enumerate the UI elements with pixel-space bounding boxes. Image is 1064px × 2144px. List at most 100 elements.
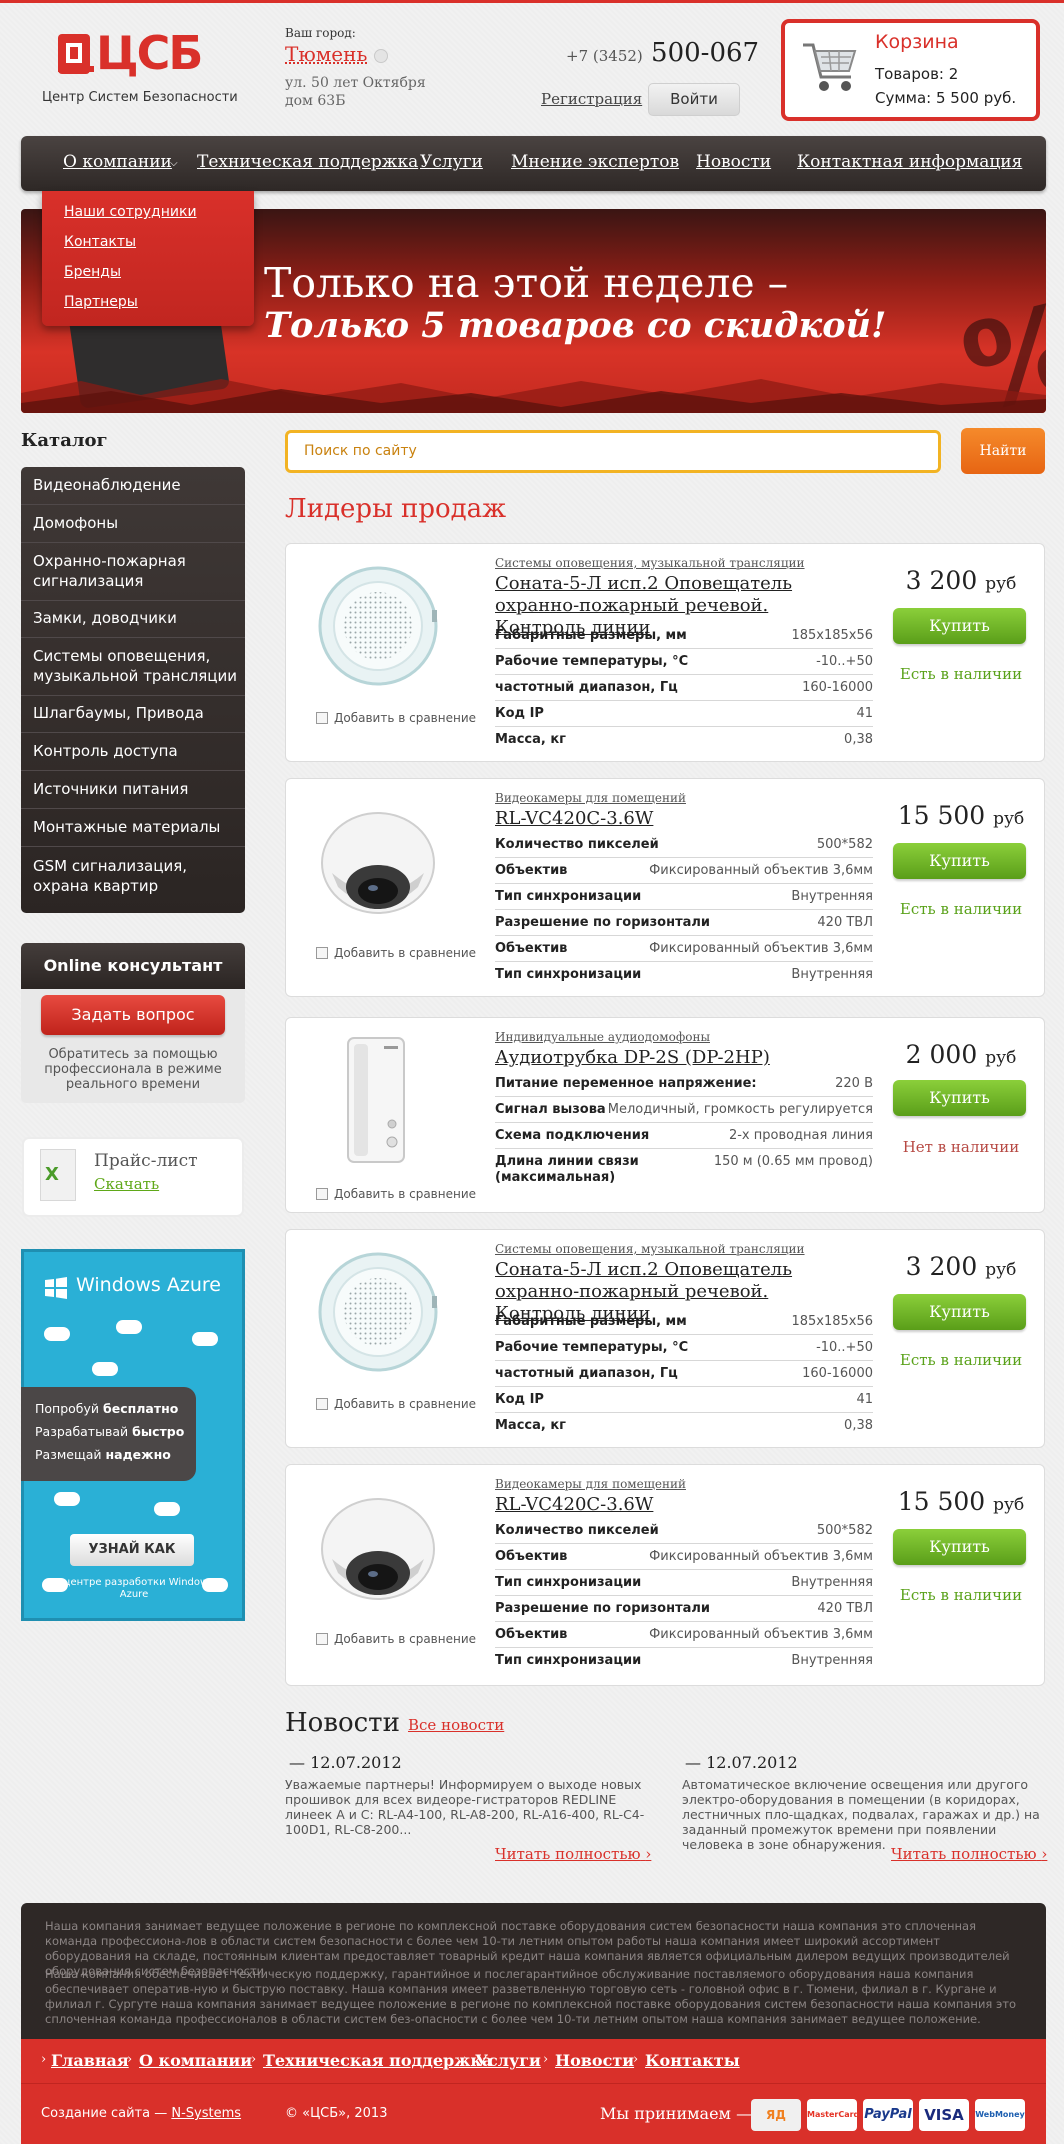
city-dropdown-icon[interactable] xyxy=(374,49,388,63)
product-category[interactable]: Системы оповещения, музыкальной трансляц… xyxy=(495,1242,805,1256)
compare-checkbox[interactable]: Добавить в сравнение xyxy=(316,1632,476,1646)
speaker-product-image[interactable] xyxy=(318,560,438,690)
site-credit-text: Создание сайта — xyxy=(41,2106,168,2121)
product-card: Добавить в сравнение Системы оповещения,… xyxy=(285,543,1045,762)
checkbox-icon[interactable] xyxy=(316,712,328,724)
product-category[interactable]: Системы оповещения, музыкальной трансляц… xyxy=(495,556,805,570)
catalog-menu: Видеонаблюдение Домофоны Охранно-пожарна… xyxy=(21,467,245,913)
footer-link-about[interactable]: О компании xyxy=(139,2051,252,2070)
footer-link-contacts[interactable]: Контакты xyxy=(645,2051,740,2070)
menu-item-support[interactable]: Техническая поддержка xyxy=(197,152,418,172)
spec-row: Объектив Фиксированный объектив 3,6мм xyxy=(495,936,873,962)
azure-tagline: Попробуй бесплатно xyxy=(35,1401,178,1416)
spec-row: Масса, кг 0,38 xyxy=(495,727,873,753)
dome-camera-product-image[interactable] xyxy=(318,1481,438,1611)
ask-question-button[interactable]: Задать вопрос xyxy=(41,995,225,1035)
catalog-item[interactable]: Шлагбаумы, Привода xyxy=(33,703,238,723)
compare-checkbox[interactable]: Добавить в сравнение xyxy=(316,946,476,960)
compare-label: Добавить в сравнение xyxy=(334,1632,477,1646)
buy-button[interactable]: Купить xyxy=(893,608,1026,644)
spec-row: Габаритные размеры, мм 185x185x56 xyxy=(495,623,873,649)
buy-button[interactable]: Купить xyxy=(893,1080,1026,1116)
product-category[interactable]: Видеокамеры для помещений xyxy=(495,1477,686,1491)
dropdown-item-partners[interactable]: Партнеры xyxy=(64,294,138,310)
register-link[interactable]: Регистрация xyxy=(541,90,642,108)
compare-checkbox[interactable]: Добавить в сравнение xyxy=(316,1397,476,1411)
search-button[interactable]: Найти xyxy=(961,428,1045,474)
chevron-down-icon[interactable]: ⌵ xyxy=(170,158,178,169)
footer-link-home[interactable]: Главная xyxy=(51,2051,129,2070)
menu-item-services[interactable]: Услуги xyxy=(420,152,483,172)
catalog-item[interactable]: Домофоны xyxy=(33,513,238,533)
footer-link-services[interactable]: Услуги xyxy=(475,2051,541,2070)
copyright: © «ЦСБ», 2013 xyxy=(285,2106,388,2121)
search-input[interactable]: Поиск по сайту xyxy=(285,430,941,473)
compare-checkbox[interactable]: Добавить в сравнение xyxy=(316,711,476,725)
catalog-item[interactable]: Замки, доводчики xyxy=(33,608,238,628)
divider xyxy=(21,542,245,543)
spec-key: Масса, кг xyxy=(495,732,566,747)
product-category[interactable]: Индивидуальные аудиодомофоны xyxy=(495,1030,710,1044)
catalog-item[interactable]: Охранно-пожарная сигнализация xyxy=(33,551,238,591)
logo[interactable]: ЦСБ xyxy=(54,26,208,82)
dome-camera-product-image[interactable] xyxy=(318,795,438,925)
product-name[interactable]: RL-VC420C-3.6W xyxy=(495,1494,825,1516)
cart-title: Корзина xyxy=(875,31,959,53)
site-credit-link[interactable]: N-Systems xyxy=(171,2106,241,2121)
product-name[interactable]: RL-VC420C-3.6W xyxy=(495,808,825,830)
footer-link-support[interactable]: Техническая поддержка xyxy=(263,2051,492,2070)
catalog-item[interactable]: Системы оповещения, музыкальной трансляц… xyxy=(33,646,238,686)
menu-item-contacts[interactable]: Контактная информация xyxy=(797,152,1022,172)
chevron-right-icon: › xyxy=(251,2052,257,2067)
read-more-link[interactable]: Читать полностью › xyxy=(891,1845,1047,1863)
buy-button[interactable]: Купить xyxy=(893,843,1026,879)
chevron-right-icon: › xyxy=(543,2052,549,2067)
phone: +7 (3452) 500-067 xyxy=(566,38,759,68)
speaker-product-image[interactable] xyxy=(318,1246,438,1376)
mountains-decoration xyxy=(21,379,1046,413)
pricelist-download-link[interactable]: Скачать xyxy=(94,1175,159,1193)
read-more-link[interactable]: Читать полностью › xyxy=(495,1845,651,1863)
cart-widget[interactable]: Корзина Товаров: 2 Сумма: 5 500 руб. xyxy=(781,19,1040,121)
checkbox-icon[interactable] xyxy=(316,1188,328,1200)
price-value: 15 500 xyxy=(897,1487,986,1516)
intercom-handset-product-image[interactable] xyxy=(318,1034,438,1164)
news-date-value: 12.07.2012 xyxy=(310,1753,402,1772)
azure-learn-button[interactable]: УЗНАЙ КАК xyxy=(70,1534,194,1566)
city-selector[interactable]: Тюмень xyxy=(285,42,367,66)
catalog-item[interactable]: Монтажные материалы xyxy=(33,817,238,837)
menu-item-experts[interactable]: Мнение экспертов xyxy=(511,152,679,172)
catalog-item[interactable]: GSM сигнализация, охрана квартир xyxy=(33,856,238,896)
catalog-item[interactable]: Источники питания xyxy=(33,779,238,799)
buy-button[interactable]: Купить xyxy=(893,1529,1026,1565)
azure-ad-banner[interactable]: Windows Azure Попробуй бесплатно Разраба… xyxy=(21,1249,245,1621)
spec-key: Объектив xyxy=(495,1549,568,1564)
spec-key: Масса, кг xyxy=(495,1418,566,1433)
all-news-link[interactable]: Все новости xyxy=(408,1716,504,1734)
compare-label: Добавить в сравнение xyxy=(334,1187,477,1201)
dropdown-item-staff[interactable]: Наши сотрудники xyxy=(64,204,197,220)
spec-key: Габаритные размеры, мм xyxy=(495,1314,687,1329)
product-name[interactable]: Аудиотрубка DP-2S (DP-2HP) xyxy=(495,1047,825,1069)
news-text: Автоматическое включение освещения или д… xyxy=(682,1777,1040,1852)
checkbox-icon[interactable] xyxy=(316,1633,328,1645)
checkbox-icon[interactable] xyxy=(316,947,328,959)
compare-checkbox[interactable]: Добавить в сравнение xyxy=(316,1187,476,1201)
dropdown-item-brands[interactable]: Бренды xyxy=(64,264,121,280)
spec-key: Рабочие температуры, °С xyxy=(495,654,689,669)
spec-value: 500*582 xyxy=(816,1523,873,1538)
divider xyxy=(21,637,245,638)
catalog-item[interactable]: Контроль доступа xyxy=(33,741,238,761)
product-category[interactable]: Видеокамеры для помещений xyxy=(495,791,686,805)
buy-button[interactable]: Купить xyxy=(893,1294,1026,1330)
catalog-item[interactable]: Видеонаблюдение xyxy=(33,475,238,495)
checkbox-icon[interactable] xyxy=(316,1398,328,1410)
dropdown-item-contacts[interactable]: Контакты xyxy=(64,234,136,250)
menu-item-news[interactable]: Новости xyxy=(696,152,771,172)
windows-logo-icon xyxy=(45,1277,67,1299)
spec-value: 420 ТВЛ xyxy=(817,915,873,930)
menu-item-about[interactable]: О компании xyxy=(63,152,172,172)
login-button[interactable]: Войти xyxy=(648,83,740,116)
footer-link-news[interactable]: Новости xyxy=(555,2051,634,2070)
top-accent-line xyxy=(0,0,1064,3)
